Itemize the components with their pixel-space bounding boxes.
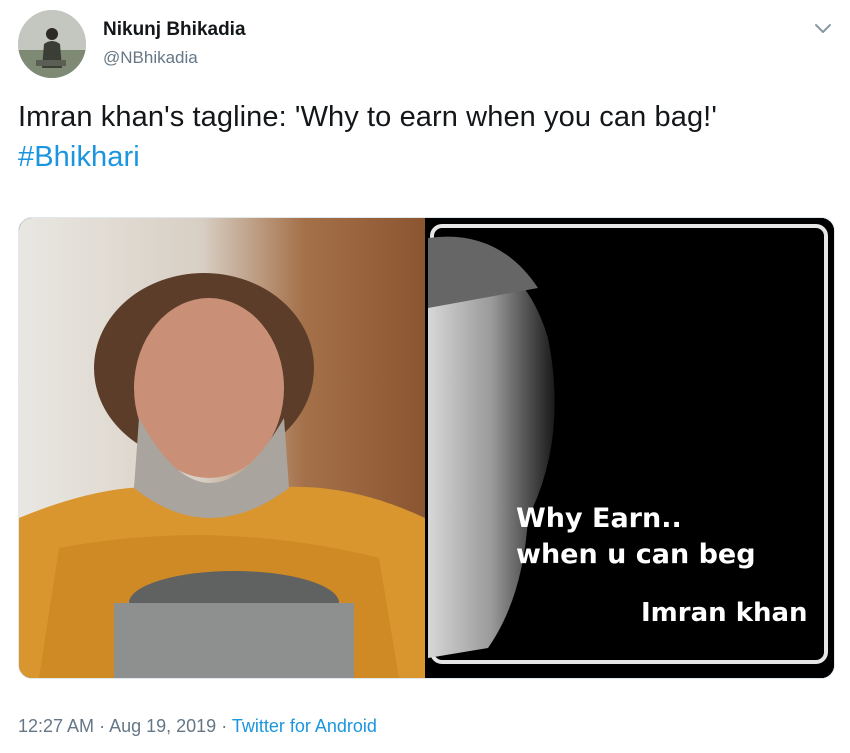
tweet-body: Imran khan's tagline: 'Why to earn when … [18,101,717,133]
tweet-date[interactable]: Aug 19, 2019 [109,716,216,736]
meta-separator-2: · [216,716,232,736]
photo-man-with-pot [19,218,425,678]
avatar[interactable] [18,10,86,78]
poster-quote: Why Earn.. when u can beg [516,501,756,573]
quote-line-1: Why Earn.. [516,503,682,534]
tweet-source-link[interactable]: Twitter for Android [232,716,377,736]
tweet-media[interactable]: Why Earn.. when u can beg Imran khan [18,217,835,679]
poster-signature: Imran khan [641,598,808,628]
hashtag-link[interactable]: #Bhikhari [18,137,818,177]
tweet-card: Nikunj Bhikadia @NBhikadia Imran khan's … [0,0,850,753]
tweet-time[interactable]: 12:27 AM [18,716,94,736]
quote-line-2: when u can beg [516,539,756,570]
author-display-name[interactable]: Nikunj Bhikadia [103,19,246,41]
avatar-image [18,10,86,78]
tweet-text: Imran khan's tagline: 'Why to earn when … [18,97,818,177]
chevron-down-icon[interactable] [810,18,836,40]
tweet-metadata: 12:27 AM · Aug 19, 2019 · Twitter for An… [18,716,377,737]
author-handle[interactable]: @NBhikadia [103,48,198,68]
photo-quote-poster: Why Earn.. when u can beg Imran khan [428,218,834,678]
meta-separator: · [94,716,110,736]
